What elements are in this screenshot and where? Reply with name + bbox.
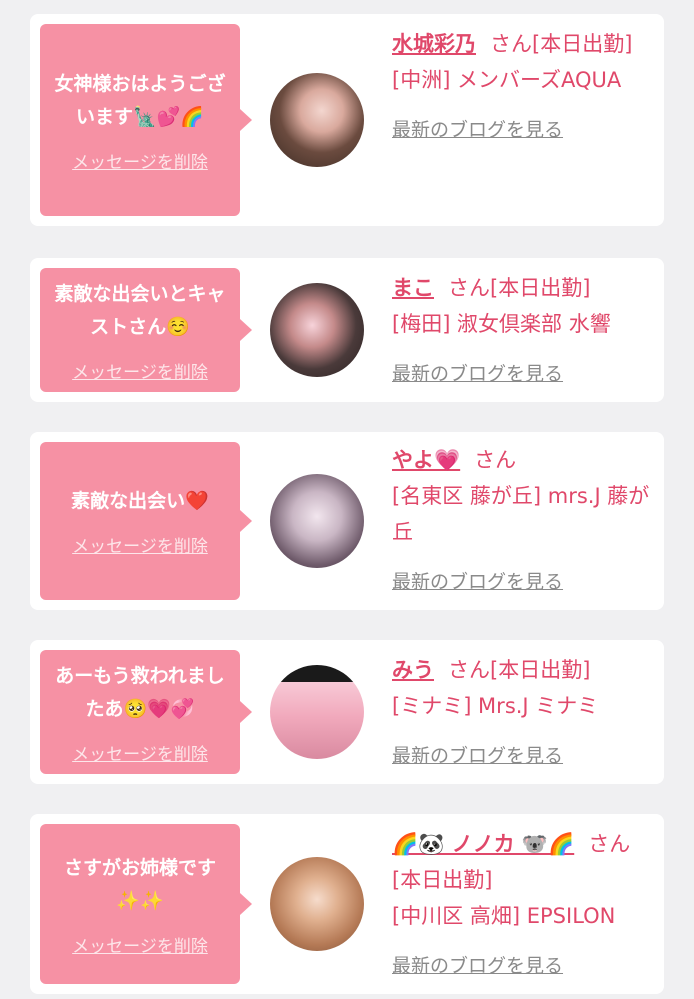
message-card: さすがお姉様です✨✨ メッセージを削除 🌈🐼 ノノカ 🐨🌈 さん[本日出勤] [中…	[30, 814, 664, 994]
message-card: 素敵な出会いとキャストさん☺️ メッセージを削除 まこ さん[本日出勤] [梅田]…	[30, 258, 664, 402]
message-text: さすがお姉様です✨✨	[63, 856, 216, 912]
message-card: 素敵な出会い❤️ メッセージを削除 やよ💗 さん [名東区 藤が丘] mrs.J …	[30, 432, 664, 610]
delete-message-link[interactable]: メッセージを削除	[72, 148, 208, 173]
shop-name: [ミナミ] Mrs.J ミナミ	[392, 694, 599, 718]
avatar[interactable]	[270, 474, 364, 568]
cast-name-link[interactable]: 水城彩乃	[392, 32, 476, 56]
blog-link[interactable]: 最新のブログを見る	[392, 112, 563, 148]
cast-info: やよ💗 さん [名東区 藤が丘] mrs.J 藤が丘 最新のブログを見る	[392, 442, 654, 600]
message-bubble: 女神様おはようございます🗽💕🌈 メッセージを削除	[40, 24, 252, 216]
delete-message-link[interactable]: メッセージを削除	[72, 932, 208, 957]
message-text: 女神様おはようございます🗽💕🌈	[54, 72, 226, 128]
cast-info: みう さん[本日出勤] [ミナミ] Mrs.J ミナミ 最新のブログを見る	[392, 652, 654, 774]
shop-name: [中川区 高畑] EPSILON	[392, 904, 616, 928]
shop-name: [名東区 藤が丘] mrs.J 藤が丘	[392, 484, 650, 544]
avatar[interactable]	[270, 283, 364, 377]
message-list: 女神様おはようございます🗽💕🌈 メッセージを削除 水城彩乃 さん[本日出勤] [中…	[0, 0, 694, 999]
avatar[interactable]	[270, 857, 364, 951]
avatar[interactable]	[270, 73, 364, 167]
cast-name-link[interactable]: みう	[392, 658, 434, 682]
blog-link[interactable]: 最新のブログを見る	[392, 564, 563, 600]
message-bubble: 素敵な出会いとキャストさん☺️ メッセージを削除	[40, 268, 252, 392]
message-card: あーもう救われましたあ🥺💗💞 メッセージを削除 みう さん[本日出勤] [ミナミ]…	[30, 640, 664, 784]
message-bubble: 素敵な出会い❤️ メッセージを削除	[40, 442, 252, 600]
cast-info: 水城彩乃 さん[本日出勤] [中洲] メンバーズAQUA 最新のブログを見る	[392, 26, 654, 148]
blog-link[interactable]: 最新のブログを見る	[392, 948, 563, 984]
message-bubble: さすがお姉様です✨✨ メッセージを削除	[40, 824, 252, 984]
delete-message-link[interactable]: メッセージを削除	[72, 740, 208, 765]
cast-info: 🌈🐼 ノノカ 🐨🌈 さん[本日出勤] [中川区 高畑] EPSILON 最新のブロ…	[392, 826, 654, 984]
avatar[interactable]	[270, 665, 364, 759]
message-bubble: あーもう救われましたあ🥺💗💞 メッセージを削除	[40, 650, 252, 774]
cast-status: さん	[474, 448, 517, 472]
cast-status: さん[本日出勤]	[490, 32, 633, 56]
blog-link[interactable]: 最新のブログを見る	[392, 738, 563, 774]
message-text: あーもう救われましたあ🥺💗💞	[55, 664, 225, 720]
message-card: 女神様おはようございます🗽💕🌈 メッセージを削除 水城彩乃 さん[本日出勤] [中…	[30, 14, 664, 226]
delete-message-link[interactable]: メッセージを削除	[72, 358, 208, 383]
cast-name-link[interactable]: まこ	[392, 276, 434, 300]
blog-link[interactable]: 最新のブログを見る	[392, 356, 563, 392]
cast-status: さん[本日出勤]	[448, 658, 591, 682]
message-text: 素敵な出会いとキャストさん☺️	[54, 282, 226, 338]
cast-name-link[interactable]: やよ💗	[392, 448, 460, 472]
message-text: 素敵な出会い❤️	[71, 490, 209, 512]
shop-name: [中洲] メンバーズAQUA	[392, 68, 622, 92]
cast-name-link[interactable]: 🌈🐼 ノノカ 🐨🌈	[392, 832, 574, 856]
delete-message-link[interactable]: メッセージを削除	[72, 532, 208, 557]
cast-info: まこ さん[本日出勤] [梅田] 淑女倶楽部 水響 最新のブログを見る	[392, 270, 654, 392]
cast-status: さん[本日出勤]	[448, 276, 591, 300]
shop-name: [梅田] 淑女倶楽部 水響	[392, 312, 611, 336]
